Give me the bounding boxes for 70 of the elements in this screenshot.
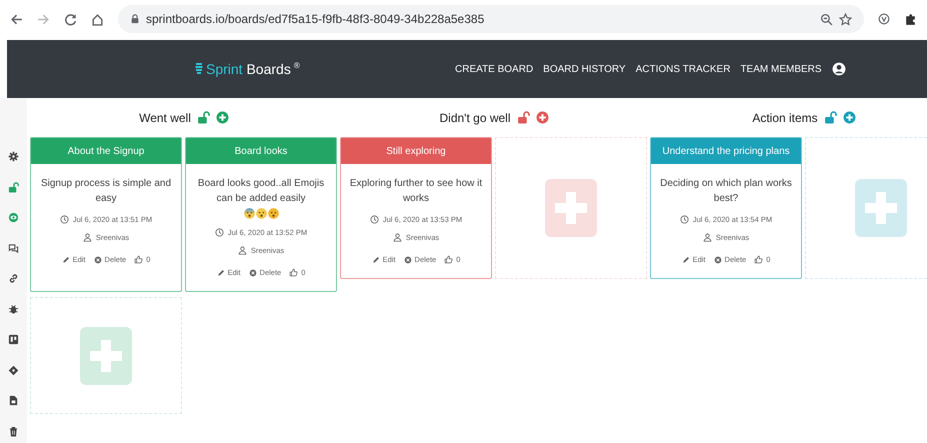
- card-header: Understand the pricing plans: [651, 138, 801, 164]
- clock-icon: [60, 215, 69, 224]
- brand-logo[interactable]: Sprint Boards $^{®}$: [206, 61, 300, 77]
- add-circle-icon[interactable]: [842, 111, 856, 124]
- delete-icon: [94, 256, 102, 264]
- plus-icon: [545, 179, 597, 237]
- bug-icon[interactable]: [8, 304, 19, 314]
- thumbs-up-icon: [134, 255, 144, 264]
- pencil-icon: [216, 268, 225, 276]
- back-icon[interactable]: [10, 12, 23, 26]
- card-header: Board looks: [186, 138, 336, 164]
- lock-icon: [130, 14, 140, 24]
- pencil-icon: [682, 256, 690, 264]
- reload-icon[interactable]: [64, 12, 77, 26]
- unlock-icon[interactable]: [196, 111, 210, 124]
- settings-icon[interactable]: [8, 151, 19, 162]
- home-icon[interactable]: [91, 12, 104, 26]
- chat-icon[interactable]: [8, 242, 19, 254]
- delete-icon: [404, 256, 412, 264]
- url-text: sprintboards.io/boards/ed7f5a15-f9fb-48f3-8049-34b228a5e385: [146, 12, 484, 26]
- card-text: Exploring further to see how it works: [348, 177, 484, 206]
- zoom-icon[interactable]: [820, 12, 833, 26]
- nav-link[interactable]: TEAM MEMBERS: [740, 64, 822, 74]
- add-circle-icon[interactable]: [216, 111, 229, 124]
- nav-link[interactable]: CREATE BOARD: [455, 64, 534, 74]
- user-icon: [238, 246, 247, 255]
- unlock-icon[interactable]: [516, 111, 530, 124]
- column-title: Action items: [752, 110, 818, 124]
- pencil-icon: [372, 256, 380, 264]
- clock-icon: [680, 215, 689, 224]
- user-icon: [702, 233, 712, 242]
- pencil-icon: [62, 256, 70, 264]
- link-icon[interactable]: [8, 273, 19, 284]
- column-title: Went well: [139, 110, 191, 124]
- trash-icon[interactable]: [8, 426, 19, 436]
- card-text: Signup process is simple and easy: [40, 177, 172, 206]
- plus-icon: [855, 179, 907, 237]
- emoji-icon: [268, 208, 278, 219]
- add-circle-icon[interactable]: [536, 111, 548, 124]
- nav-link[interactable]: BOARD HISTORY: [543, 64, 626, 74]
- address-bar[interactable]: sprintboards.io/boards/ed7f5a15-f9fb-48f3-8049-34b228a5e385: [118, 5, 864, 33]
- emoji-icon: [256, 208, 266, 219]
- unlock-icon[interactable]: [8, 182, 19, 192]
- nav-link[interactable]: ACTIONS TRACKER: [636, 64, 730, 74]
- column-title: Didn't go well: [440, 110, 510, 124]
- plus-icon: [80, 326, 132, 384]
- diamond-icon[interactable]: [8, 364, 19, 376]
- emoji-icon: [244, 208, 254, 219]
- clock-icon: [214, 228, 224, 237]
- card-header: Still exploring: [341, 138, 491, 164]
- star-icon[interactable]: [839, 12, 852, 26]
- thumbs-up-icon: [444, 255, 454, 264]
- card-text: Deciding on which plan works best?: [659, 177, 793, 206]
- puzzle-icon[interactable]: [904, 12, 917, 26]
- unlock-icon[interactable]: [824, 111, 837, 124]
- eye-icon[interactable]: [8, 212, 19, 223]
- board-icon[interactable]: [8, 334, 19, 345]
- user-icon: [82, 233, 92, 242]
- delete-icon: [714, 256, 722, 264]
- clock-icon: [370, 215, 379, 224]
- logo-icon: [195, 62, 203, 76]
- user-avatar-icon[interactable]: [832, 62, 846, 76]
- user-icon: [392, 233, 402, 242]
- thumbs-up-icon: [754, 255, 764, 264]
- card-header: About the Signup: [31, 138, 181, 164]
- extension-icon[interactable]: [878, 13, 890, 25]
- thumbs-up-icon: [289, 268, 298, 277]
- delete-icon: [248, 268, 257, 276]
- card-text: Board looks good..all Emojis can be added easily: [196, 177, 326, 206]
- file-icon[interactable]: [8, 395, 19, 406]
